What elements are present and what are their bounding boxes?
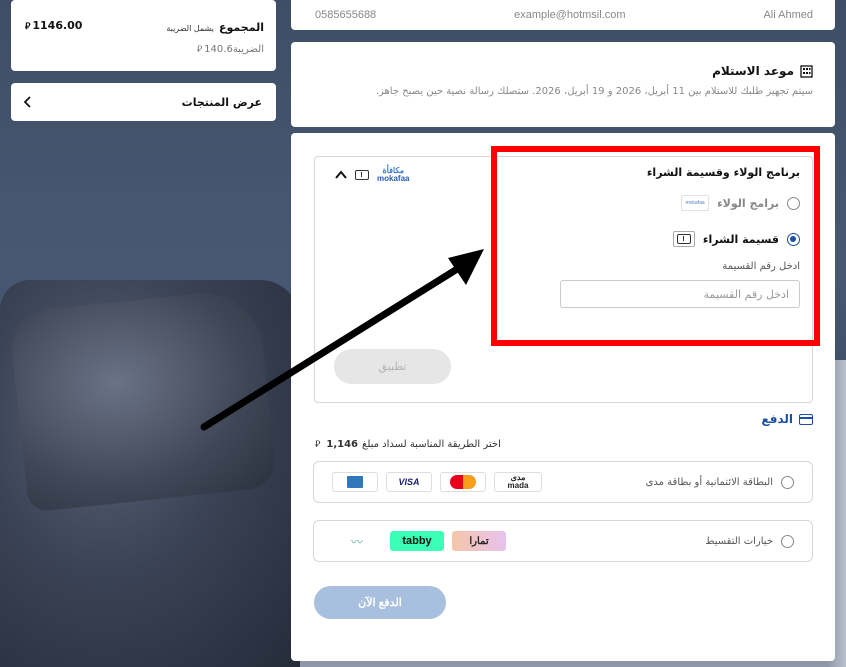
loyalty-program-label: برامج الولاء <box>717 196 779 210</box>
pickup-title: موعد الاستلام <box>712 64 794 78</box>
chevron-left-icon <box>23 96 31 108</box>
contact-info: 0585655688 example@hotmsil.com Ali Ahmed <box>291 0 835 30</box>
loyalty-program-option[interactable]: برامج الولاء mokafaa <box>511 195 800 211</box>
tax-row: ⃁ 140.6 الضريبة <box>23 44 264 55</box>
total-row: ⃁ 1146.00 المجموع يشمل الضريبة <box>23 16 264 35</box>
loyalty-title: برنامج الولاء وقسيمة الشراء <box>646 166 800 179</box>
calendar-grid-icon <box>800 64 813 78</box>
tabby-icon: tabby <box>390 531 444 551</box>
coupon-input[interactable] <box>560 280 800 308</box>
amex-icon <box>332 472 378 492</box>
payment-instruction: ⃁ 1,146 اختر الطريقة المناسبة لسداد مبلغ <box>313 439 501 450</box>
installment-label-group: خيارات التقسيط <box>705 534 794 548</box>
background-cushion <box>8 287 278 513</box>
tax-value: ⃁ 140.6 <box>196 44 233 55</box>
card-logos: VISA مدى mada <box>332 472 542 492</box>
coupon-radio[interactable] <box>787 232 800 246</box>
payment-instruction-text: اختر الطريقة المناسبة لسداد مبلغ <box>362 439 501 450</box>
mada-icon: مدى mada <box>494 472 542 492</box>
loyalty-program-radio[interactable] <box>787 196 800 210</box>
visa-icon: VISA <box>386 472 432 492</box>
contact-email: example@hotmsil.com <box>514 9 626 21</box>
tamara-icon: تمارا <box>452 531 506 551</box>
panel-header-icons: مكافأة mokafaa <box>335 167 409 183</box>
payment-heading: الدفع <box>761 412 813 426</box>
card-option-label-group: البطاقة الائتمانية أو بطاقة مدى <box>645 475 794 489</box>
riyal-icon: ⃁ <box>315 440 321 450</box>
riyal-icon: ⃁ <box>25 22 31 32</box>
mastercard-icon <box>440 472 486 492</box>
mokafaa-logo: مكافأة mokafaa <box>377 166 410 183</box>
chevron-up-icon[interactable] <box>335 169 347 181</box>
coupon-option[interactable]: قسيمة الشراء <box>511 231 800 247</box>
tax-label: الضريبة <box>232 44 264 55</box>
pay-now-button[interactable]: الدفع الآن <box>314 586 446 619</box>
credit-card-icon <box>799 413 813 425</box>
contact-phone: 0585655688 <box>315 9 377 21</box>
coupon-input-label: ادخل رقم القسيمة <box>722 261 800 272</box>
total-label: المجموع <box>219 21 264 34</box>
card-payment-radio[interactable] <box>781 475 794 489</box>
installment-option-label: خيارات التقسيط <box>705 535 773 547</box>
contact-name: Ali Ahmed <box>763 9 813 21</box>
pickup-section: موعد الاستلام سيتم تجهيز طلبك للاستلام ب… <box>291 42 835 127</box>
total-label-group: المجموع يشمل الضريبة <box>162 16 264 35</box>
card-payment-option[interactable]: VISA مدى mada البطاقة الائتمانية أو بطاقة… <box>313 461 813 503</box>
payment-card: مكافأة mokafaa تطبيق برنامج الولاء وقسيم… <box>291 133 835 661</box>
payment-amount: 1,146 <box>326 439 358 450</box>
riyal-icon: ⃁ <box>196 45 203 55</box>
installment-provider-icon: 〰 <box>350 534 363 549</box>
total-note: يشمل الضريبة <box>166 24 214 33</box>
loyalty-options: برنامج الولاء وقسيمة الشراء برامج الولاء… <box>497 152 814 340</box>
coupon-option-label: قسيمة الشراء <box>702 232 779 246</box>
total-value: ⃁ 1146.00 <box>25 19 83 32</box>
installment-option[interactable]: 〰 tabby تمارا خيارات التقسيط <box>313 520 813 562</box>
order-summary: ⃁ 1146.00 المجموع يشمل الضريبة ⃁ 140.6 الض… <box>11 0 276 71</box>
pickup-description: سيتم تجهيز طلبك للاستلام بين 11 أبريل، 2… <box>375 86 813 97</box>
highlight-box: برنامج الولاء وقسيمة الشراء برامج الولاء… <box>491 146 820 346</box>
card-option-label: البطاقة الائتمانية أو بطاقة مدى <box>645 476 773 488</box>
installment-radio[interactable] <box>781 534 794 548</box>
installment-logos: 〰 tabby تمارا <box>332 531 506 551</box>
ticket-icon <box>355 170 369 180</box>
apply-coupon-button[interactable]: تطبيق <box>334 349 451 384</box>
ticket-icon <box>672 231 695 247</box>
view-products-label: عرض المنتجات <box>181 95 262 109</box>
payment-heading-label: الدفع <box>761 412 793 426</box>
pickup-title-row: موعد الاستلام <box>313 64 813 78</box>
mokafaa-badge-icon: mokafaa <box>681 195 710 211</box>
view-products-button[interactable]: عرض المنتجات <box>11 83 276 121</box>
